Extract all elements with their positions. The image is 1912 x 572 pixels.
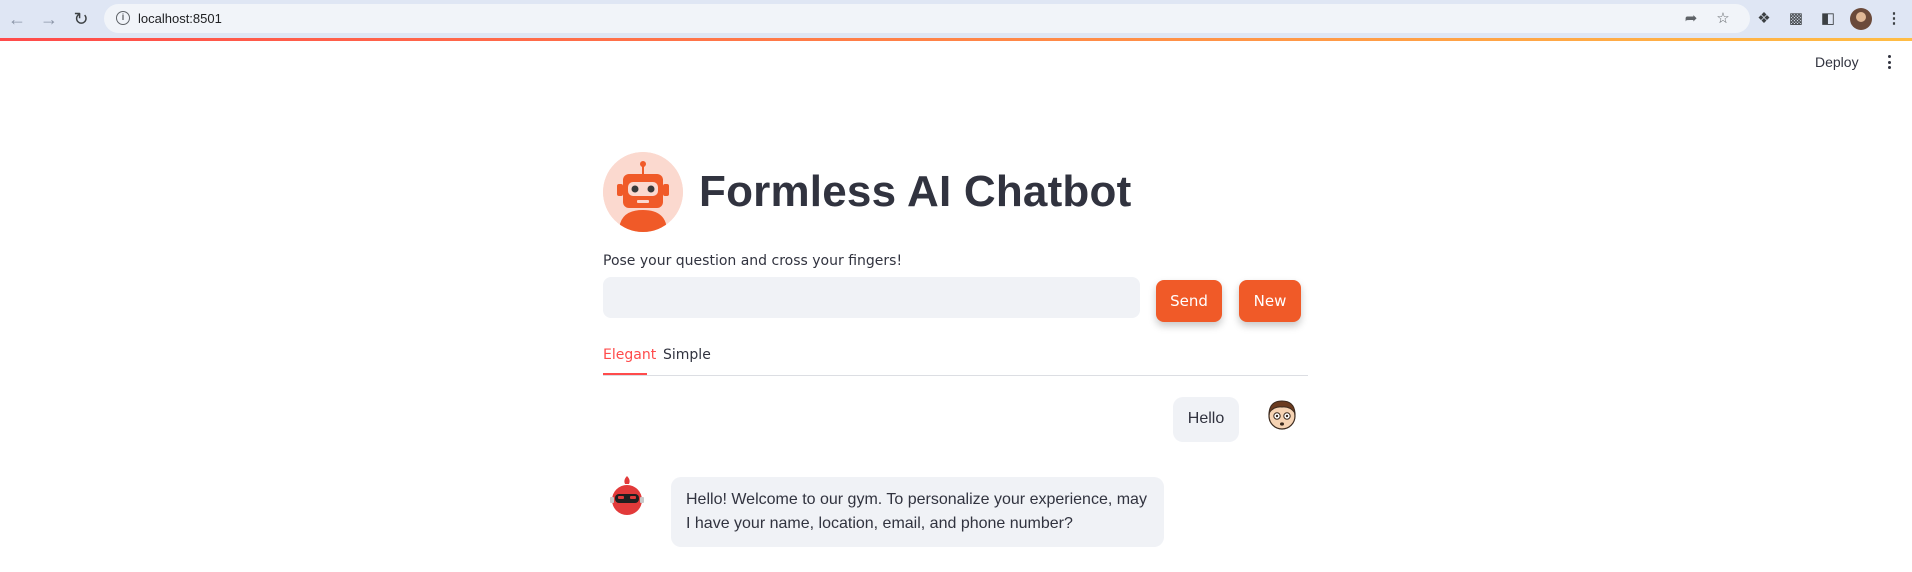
back-icon[interactable]: ←: [4, 6, 30, 32]
new-button[interactable]: New: [1239, 280, 1301, 322]
deploy-button[interactable]: Deploy: [1815, 54, 1859, 70]
address-bar[interactable]: i localhost:8501 ➦ ☆: [104, 4, 1750, 33]
user-avatar-icon: [1264, 397, 1300, 433]
site-info-icon[interactable]: i: [116, 11, 130, 25]
user-message: Hello: [1173, 397, 1239, 442]
send-button[interactable]: Send: [1156, 280, 1222, 322]
main-menu-icon[interactable]: [1884, 52, 1894, 72]
tab-simple[interactable]: Simple: [663, 347, 711, 363]
app-decoration-bar: [0, 38, 1912, 41]
side-panel-icon[interactable]: ◧: [1818, 9, 1838, 29]
extensions-icon[interactable]: ❖: [1754, 9, 1774, 29]
bookmark-star-icon[interactable]: ☆: [1714, 10, 1732, 28]
question-label: Pose your question and cross your finger…: [603, 253, 903, 269]
profile-avatar-icon[interactable]: [1850, 8, 1872, 30]
browser-menu-icon[interactable]: ⋮: [1884, 9, 1904, 29]
share-icon[interactable]: ➦: [1682, 10, 1700, 28]
cast-icon[interactable]: ▩: [1786, 9, 1806, 29]
forward-icon[interactable]: →: [36, 6, 62, 32]
reload-icon[interactable]: ↻: [68, 6, 94, 32]
browser-toolbar: ← → ↻ i localhost:8501 ➦ ☆ ❖ ▩ ◧ ⋮: [0, 0, 1912, 38]
robot-logo-icon: [603, 152, 683, 232]
active-tab-indicator: [603, 373, 647, 375]
robot-avatar-icon: [607, 474, 647, 518]
address-url: localhost:8501: [138, 11, 222, 26]
question-input[interactable]: [603, 277, 1140, 318]
tab-elegant[interactable]: Elegant: [603, 347, 656, 363]
assistant-message: Hello! Welcome to our gym. To personaliz…: [671, 477, 1164, 547]
page-title: Formless AI Chatbot: [699, 167, 1132, 216]
tab-bar: Elegant Simple: [603, 344, 1308, 376]
